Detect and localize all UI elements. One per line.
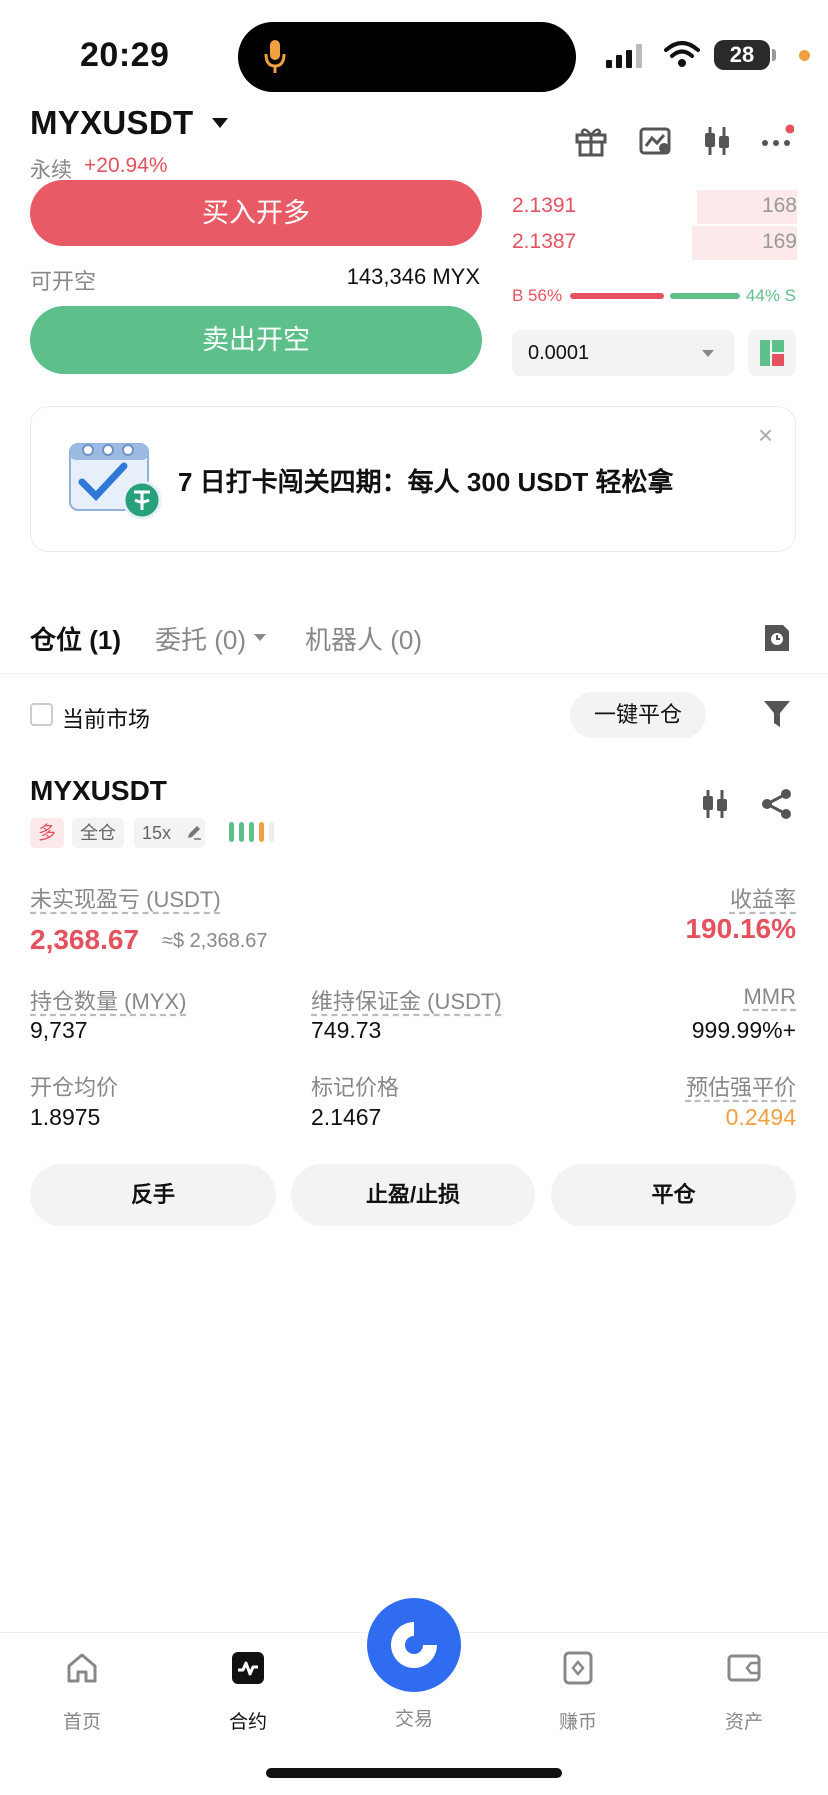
battery-indicator: 28	[714, 40, 770, 70]
roi-label[interactable]: 收益率	[730, 882, 796, 914]
gift-icon[interactable]	[574, 124, 608, 158]
adl-indicator-icon	[229, 822, 274, 842]
buy-ratio-bar	[570, 293, 664, 299]
microphone-icon	[264, 40, 286, 73]
position-symbol[interactable]: MYXUSDT	[30, 775, 167, 807]
sell-ratio-bar	[670, 293, 740, 299]
status-time: 20:29	[80, 36, 170, 74]
edit-icon[interactable]	[186, 824, 202, 840]
position-size-value: 9,737	[30, 1017, 88, 1043]
tp-sl-button[interactable]: 止盈/止损	[291, 1164, 535, 1226]
orderbook-ask-row[interactable]: 2.1391 168	[512, 190, 797, 224]
tab-bots[interactable]: 机器人 (0)	[305, 620, 422, 657]
chevron-down-icon	[702, 350, 714, 357]
precision-value: 0.0001	[528, 342, 590, 364]
liq-price-label[interactable]: 预估强平价	[686, 1070, 796, 1102]
nav-item-trade[interactable]: 交易	[364, 1704, 464, 1731]
battery-tip	[772, 49, 776, 61]
unrealized-pnl-label[interactable]: 未实现盈亏 (USDT)	[30, 882, 221, 914]
cellular-signal-icon	[606, 44, 642, 68]
layout-icon	[760, 340, 784, 366]
precision-dropdown[interactable]: 0.0001	[512, 330, 734, 376]
buy-ratio-label: B 56%	[512, 286, 563, 305]
margin-mode-tag: 全仓	[72, 818, 124, 848]
nav-label: 合约	[228, 1712, 267, 1733]
current-market-checkbox[interactable]	[30, 703, 53, 726]
history-icon[interactable]	[762, 622, 792, 654]
nav-label: 资产	[724, 1712, 763, 1733]
candlestick-icon[interactable]	[698, 787, 732, 821]
available-value: 143,346 MYX	[346, 264, 480, 289]
entry-price-label: 开仓均价	[30, 1075, 119, 1100]
chevron-down-icon[interactable]	[212, 118, 228, 128]
close-all-button[interactable]: 一键平仓	[570, 692, 706, 738]
wifi-icon	[664, 41, 700, 67]
maint-margin-value: 749.73	[311, 1017, 382, 1043]
nav-label: 赚币	[558, 1712, 597, 1733]
mmr-value: 999.99%+	[691, 1017, 796, 1043]
close-icon[interactable]: ×	[758, 420, 773, 451]
more-icon[interactable]	[760, 124, 794, 158]
symbol-selector[interactable]: MYXUSDT	[30, 104, 193, 142]
calendar-check-icon	[69, 443, 162, 520]
tab-positions[interactable]: 仓位 (1)	[30, 620, 121, 657]
nav-item-assets[interactable]: 资产	[694, 1650, 794, 1734]
assets-icon	[727, 1654, 761, 1682]
nav-item-home[interactable]: 首页	[32, 1650, 132, 1734]
chevron-down-icon[interactable]	[254, 634, 266, 641]
chart-analysis-icon[interactable]	[638, 124, 672, 158]
unrealized-pnl-value: 2,368.67	[30, 924, 139, 955]
sell-ratio-label: 44% S	[745, 286, 796, 305]
position-size-label[interactable]: 持仓数量 (MYX)	[30, 984, 186, 1016]
close-position-button[interactable]: 平仓	[551, 1164, 796, 1226]
unrealized-pnl-usd: ≈$ 2,368.67	[162, 930, 268, 952]
home-icon	[67, 1653, 97, 1683]
futures-icon	[232, 1652, 264, 1684]
share-icon[interactable]	[760, 787, 794, 821]
trade-icon	[391, 1622, 437, 1668]
leverage-value: 15x	[142, 823, 172, 843]
sell-short-button[interactable]: 卖出开空	[30, 306, 482, 374]
reverse-button[interactable]: 反手	[30, 1164, 276, 1226]
price-change: +20.94%	[84, 154, 168, 177]
tab-orders[interactable]: 委托 (0)	[155, 620, 246, 657]
trade-fab-button[interactable]	[367, 1598, 461, 1692]
mark-price-value: 2.1467	[311, 1104, 382, 1130]
ask-quantity: 168	[761, 194, 797, 217]
ask-price: 2.1391	[512, 194, 577, 217]
roi-value: 190.16%	[685, 913, 796, 944]
entry-price-value: 1.8975	[30, 1104, 101, 1130]
nav-label: 交易	[394, 1709, 433, 1730]
nav-label: 首页	[62, 1712, 101, 1733]
ask-price: 2.1387	[512, 230, 577, 253]
side-tag: 多	[30, 818, 64, 848]
mark-price-label: 标记价格	[311, 1075, 400, 1100]
dynamic-island	[238, 22, 576, 92]
privacy-indicator-dot	[799, 50, 810, 61]
nav-item-earn[interactable]: 赚币	[528, 1650, 628, 1734]
current-market-label[interactable]: 当前市场	[62, 702, 150, 734]
earn-icon	[563, 1651, 593, 1685]
orderbook-ask-row[interactable]: 2.1387 169	[512, 226, 797, 260]
mmr-label[interactable]: MMR	[743, 984, 796, 1010]
buy-long-button[interactable]: 买入开多	[30, 180, 482, 246]
available-label: 可开空	[30, 269, 97, 294]
nav-item-futures[interactable]: 合约	[198, 1650, 298, 1734]
orderbook-layout-button[interactable]	[748, 330, 796, 376]
filter-icon[interactable]	[762, 698, 792, 730]
tab-divider	[0, 673, 828, 674]
ask-quantity: 169	[761, 230, 797, 253]
maint-margin-label[interactable]: 维持保证金 (USDT)	[311, 984, 502, 1016]
banner-text[interactable]: 7 日打卡闯关四期：每人 300 USDT 轻松拿	[178, 462, 674, 499]
home-indicator[interactable]	[266, 1768, 562, 1778]
liq-price-value: 0.2494	[725, 1104, 796, 1130]
candlestick-icon[interactable]	[700, 124, 734, 158]
